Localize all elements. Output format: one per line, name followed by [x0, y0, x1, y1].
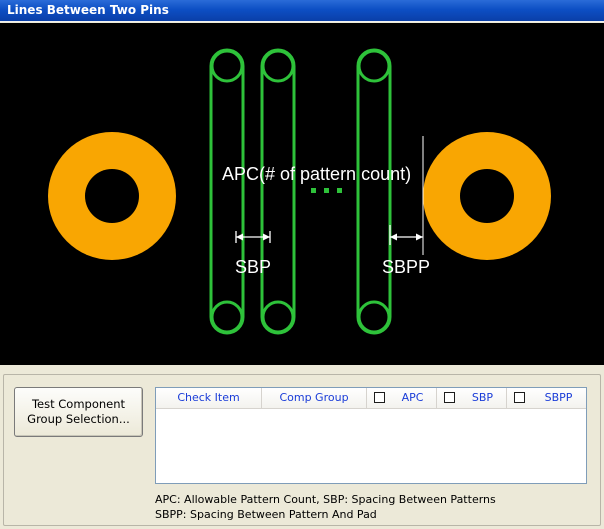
pattern-line-1 — [209, 48, 245, 335]
ellipsis-dots — [311, 188, 342, 193]
apc-label: APC(# of pattern count) — [222, 164, 411, 184]
pattern-line-2 — [260, 48, 296, 335]
pattern-line-3 — [356, 48, 392, 335]
column-header-sbp[interactable]: SBP — [437, 388, 507, 408]
check-item-table[interactable]: Check Item Comp Group APC SBP SBPP — [155, 387, 587, 484]
sbpp-label: SBPP — [382, 257, 430, 277]
column-header-sbpp[interactable]: SBPP — [507, 388, 586, 408]
column-header-sbp-label: SBP — [471, 391, 494, 404]
sbp-select-all-checkbox[interactable] — [444, 392, 455, 403]
test-component-group-selection-button[interactable]: Test Component Group Selection... — [14, 387, 143, 437]
column-header-apc-label: APC — [401, 391, 424, 404]
sbpp-select-all-checkbox[interactable] — [514, 392, 525, 403]
left-pad — [48, 132, 176, 260]
sbpp-dimension-arrow — [389, 225, 423, 245]
sbp-label: SBP — [235, 257, 271, 277]
apc-select-all-checkbox[interactable] — [374, 392, 385, 403]
column-header-sbpp-label: SBPP — [544, 391, 573, 404]
settings-panel: Test Component Group Selection... Check … — [0, 365, 604, 529]
table-header: Check Item Comp Group APC SBP SBPP — [156, 388, 586, 409]
column-header-check-item[interactable]: Check Item — [156, 388, 262, 408]
column-header-comp-group[interactable]: Comp Group — [262, 388, 367, 408]
title-bar: Lines Between Two Pins — [0, 0, 604, 22]
right-pad — [423, 132, 551, 260]
pattern-diagram: APC(# of pattern count) SBP SBPP — [48, 48, 551, 335]
sbp-dimension-arrow — [235, 231, 271, 243]
legend-line-1: APC: Allowable Pattern Count, SBP: Spaci… — [155, 493, 496, 506]
legend-line-2: SBPP: Spacing Between Pattern And Pad — [155, 508, 377, 521]
button-label-line-1: Test Component — [31, 397, 126, 411]
button-label-line-2: Group Selection... — [27, 412, 130, 426]
diagram-canvas: APC(# of pattern count) SBP SBPP — [0, 23, 604, 365]
column-header-apc[interactable]: APC — [367, 388, 437, 408]
window-title: Lines Between Two Pins — [7, 3, 169, 17]
